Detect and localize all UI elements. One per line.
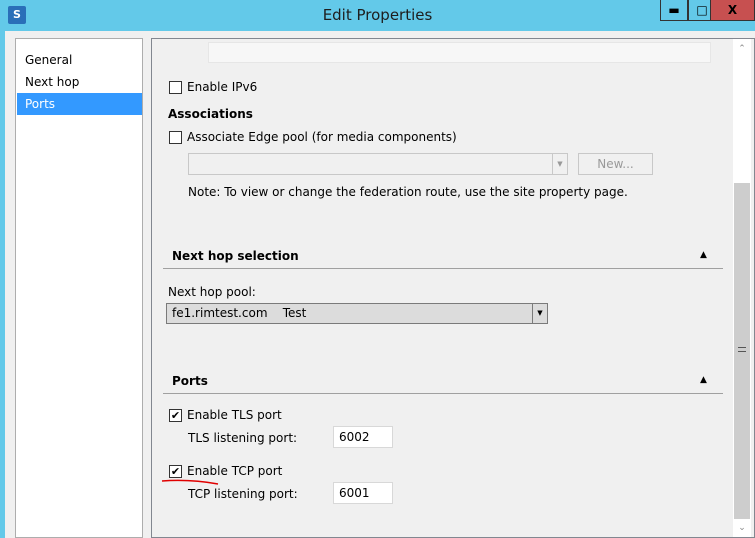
next-hop-pool-label: Next hop pool:	[168, 285, 256, 299]
tls-port-label: TLS listening port:	[188, 431, 298, 445]
nav-item-next-hop[interactable]: Next hop	[17, 71, 142, 93]
associate-edge-pool-checkbox[interactable]	[169, 131, 182, 144]
associations-heading: Associations	[168, 107, 253, 121]
collapse-ports-icon[interactable]: ▲	[700, 375, 707, 385]
nav-item-general[interactable]: General	[17, 49, 142, 71]
tcp-port-label: TCP listening port:	[188, 487, 298, 501]
next-hop-pool-value: fe1.rimtest.com Test	[172, 306, 307, 320]
enable-tcp-label: Enable TCP port	[187, 464, 283, 478]
next-hop-heading: Next hop selection	[172, 249, 299, 263]
tls-port-input[interactable]: 6002	[333, 426, 393, 448]
divider	[163, 393, 723, 394]
text-field[interactable]	[208, 42, 711, 63]
enable-tls-checkbox[interactable]: ✔	[169, 409, 182, 422]
scroll-up-icon[interactable]: ⌃	[733, 40, 751, 58]
enable-tls-label: Enable TLS port	[187, 408, 282, 422]
next-hop-pool-dropdown[interactable]: fe1.rimtest.com Test ▼	[166, 303, 548, 324]
scrollbar-thumb[interactable]	[734, 183, 750, 519]
nav-list: General Next hop Ports	[15, 38, 143, 538]
chevron-down-icon: ▼	[532, 304, 547, 323]
edge-pool-dropdown[interactable]: ▼	[188, 153, 568, 175]
enable-tcp-checkbox[interactable]: ✔	[169, 465, 182, 478]
window-title: Edit Properties	[322, 6, 433, 24]
enable-ipv6-label: Enable IPv6	[187, 80, 258, 94]
close-button[interactable]: X	[710, 0, 755, 21]
scroll-down-icon[interactable]: ⌄	[733, 519, 751, 537]
tcp-port-input[interactable]: 6001	[333, 482, 393, 504]
enable-ipv6-checkbox[interactable]	[169, 81, 182, 94]
divider	[163, 268, 723, 269]
chevron-down-icon: ▼	[552, 154, 567, 174]
new-button[interactable]: New...	[578, 153, 653, 175]
federation-note: Note: To view or change the federation r…	[188, 185, 628, 199]
ports-heading: Ports	[172, 374, 208, 388]
collapse-next-hop-icon[interactable]: ▲	[700, 250, 707, 260]
nav-item-ports[interactable]: Ports	[17, 93, 142, 115]
associate-edge-pool-label: Associate Edge pool (for media component…	[187, 130, 457, 144]
minimize-button[interactable]: ▬	[660, 0, 688, 21]
